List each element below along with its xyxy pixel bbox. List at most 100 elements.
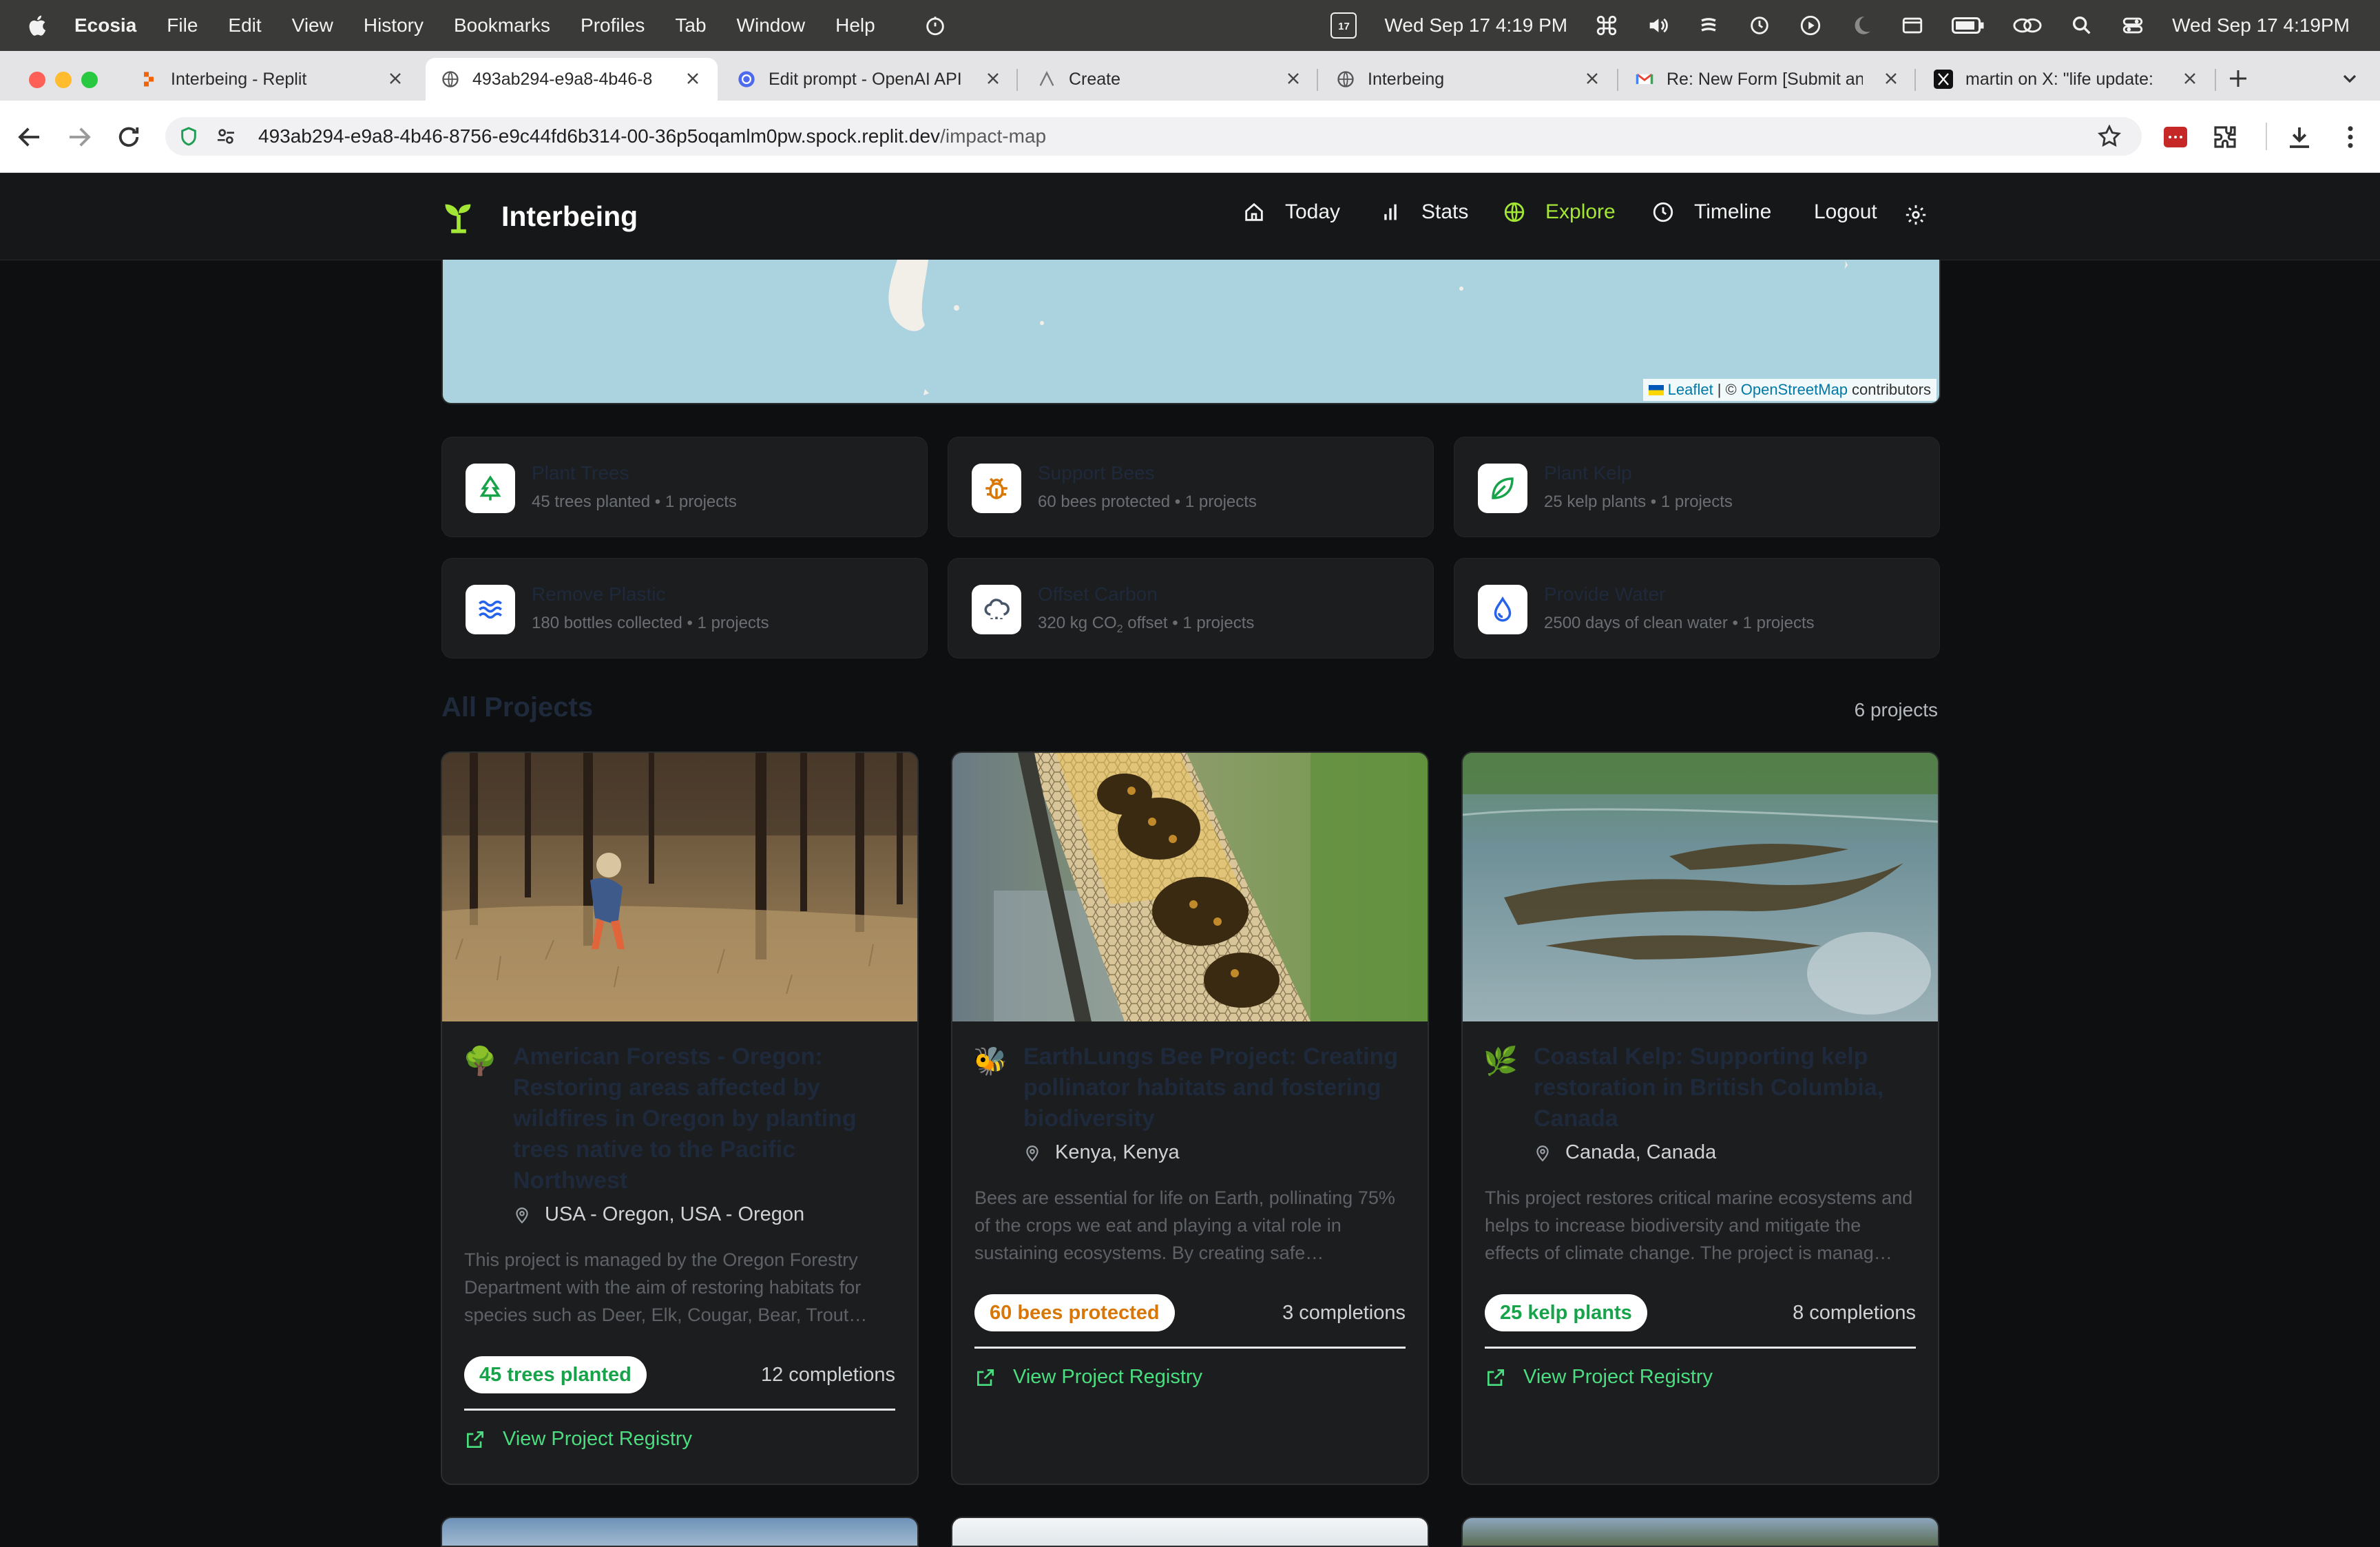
tab-x[interactable]: martin on X: "life update: [1919,58,2215,101]
close-tab-icon[interactable] [1583,69,1602,88]
view-registry-link[interactable]: View Project Registry [974,1366,1202,1389]
more-menu-icon[interactable] [2336,123,2365,152]
impact-title: Plant Kelp [1544,462,1632,484]
tab-create[interactable]: Create [1022,58,1318,101]
nav-stats[interactable]: Stats [1379,200,1468,224]
view-registry-link[interactable]: View Project Registry [1485,1366,1713,1389]
external-link-icon [1488,1369,1504,1386]
project-card-peek[interactable] [951,1517,1429,1547]
leaf-icon [1492,477,1514,499]
project-title[interactable]: EarthLungs Bee Project: Creating pollina… [1023,1041,1409,1134]
calendar-day: 17 [1338,21,1350,32]
shield-icon[interactable] [178,125,200,147]
menu-tab[interactable]: Tab [675,14,706,37]
command-icon[interactable] [1595,14,1618,37]
nav-explore[interactable]: Explore [1503,200,1616,224]
tab-active-app[interactable]: 493ab294-e9a8-4b46-8 [426,58,718,101]
tab-list-chevron-icon[interactable] [2339,68,2361,90]
address-bar[interactable]: 493ab294-e9a8-4b46-8756-e9c44fd6b314-00-… [165,117,2142,156]
volume-icon[interactable] [1646,14,1669,37]
window-minimize-button[interactable] [55,72,72,88]
close-tab-icon[interactable] [2180,69,2200,88]
calendar-icon[interactable]: 17 [1330,12,1357,39]
impact-icon-box [1478,464,1527,513]
tab-gmail[interactable]: Re: New Form [Submit an [1620,58,1916,101]
brand-logo[interactable]: Interbeing [441,197,638,236]
leaflet-link[interactable]: Leaflet [1668,381,1713,399]
impact-card-carbon[interactable]: Offset Carbon 320 kg CO2 offset • 1 proj… [948,558,1434,658]
impact-card-bees[interactable]: Support Bees 60 bees protected • 1 proje… [948,437,1434,537]
stripes-icon[interactable] [1697,14,1720,37]
impact-card-water[interactable]: Provide Water 2500 days of clean water •… [1454,558,1940,658]
macos-menubar: Ecosia File Edit View History Bookmarks … [0,0,2380,51]
impact-card-plastic[interactable]: Remove Plastic 180 bottles collected • 1… [441,558,928,658]
extensions-puzzle-icon[interactable] [2211,123,2240,152]
menu-app-name[interactable]: Ecosia [74,14,136,37]
close-tab-icon[interactable] [1284,69,1303,88]
menu-help[interactable]: Help [835,14,875,37]
nav-timeline[interactable]: Timeline [1651,200,1771,224]
close-tab-icon[interactable] [386,69,405,88]
site-settings-icon[interactable] [215,125,237,147]
menu-edit[interactable]: Edit [228,14,261,37]
nav-today[interactable]: Today [1242,200,1340,224]
window-zoom-button[interactable] [81,72,98,88]
impact-card-kelp[interactable]: Plant Kelp 25 kelp plants • 1 projects [1454,437,1940,537]
moon-icon[interactable] [1850,14,1873,37]
url-text[interactable]: 493ab294-e9a8-4b46-8756-e9c44fd6b314-00-… [258,125,1046,147]
menu-file[interactable]: File [167,14,198,37]
menu-bookmarks[interactable]: Bookmarks [454,14,550,37]
menu-window[interactable]: Window [737,14,806,37]
close-tab-icon[interactable] [1881,69,1901,88]
menu-view[interactable]: View [292,14,333,37]
openstreetmap-link[interactable]: OpenStreetMap [1741,381,1848,399]
nav-label: Today [1285,200,1341,223]
impact-card-trees[interactable]: Plant Trees 45 trees planted • 1 project… [441,437,928,537]
download-icon[interactable] [2285,123,2314,152]
menu-history[interactable]: History [364,14,424,37]
nav-logout[interactable]: Logout [1814,200,1877,224]
project-card-peek[interactable] [441,1517,919,1547]
card-divider [1485,1347,1916,1349]
project-card-bees[interactable]: 🐝 EarthLungs Bee Project: Creating polli… [951,751,1429,1485]
reload-icon[interactable] [114,123,143,152]
bookmark-star-icon[interactable] [2096,123,2122,149]
back-arrow-icon[interactable] [15,123,44,152]
project-title[interactable]: Coastal Kelp: Supporting kelp restoratio… [1534,1041,1919,1134]
search-icon[interactable] [2070,14,2094,37]
menubar-datetime[interactable]: Wed Sep 17 4:19 PM [1384,14,1567,37]
settings-gear-icon[interactable] [1904,203,1928,227]
control-center-icon[interactable] [2121,14,2144,37]
project-card-kelp[interactable]: 🌿 Coastal Kelp: Supporting kelp restorat… [1461,751,1939,1485]
project-card-forests[interactable]: 🌳 American Forests - Oregon: Restoring a… [441,751,919,1485]
forward-arrow-icon[interactable] [65,123,94,152]
project-title[interactable]: American Forests - Oregon: Restoring are… [513,1041,899,1196]
apple-icon[interactable] [26,14,47,37]
battery-icon[interactable] [1952,14,1985,37]
impact-map[interactable]: Leaflet | © OpenStreetMap contributors [441,260,1941,404]
extension-red-icon[interactable] [2164,127,2187,147]
tab-openai[interactable]: Edit prompt - OpenAI API [722,58,1018,101]
close-tab-icon[interactable] [983,69,1003,88]
tab-replit[interactable]: Interbeing - Replit [124,58,420,101]
card-divider [974,1347,1406,1349]
impact-subtitle: 320 kg CO2 offset • 1 projects [1038,614,1254,636]
new-tab-icon[interactable] [2226,66,2251,91]
link-icon[interactable] [2012,14,2043,37]
window-icon[interactable] [1901,14,1924,37]
project-image [952,753,1428,1021]
play-circle-icon[interactable] [1799,14,1822,37]
tab-interbeing[interactable]: Interbeing [1321,58,1617,101]
external-link-icon [977,1369,994,1386]
project-card-peek[interactable] [1461,1517,1939,1547]
timer-icon[interactable] [923,14,947,37]
menu-profiles[interactable]: Profiles [581,14,645,37]
menubar-clock[interactable]: Wed Sep 17 4:19PM [2172,14,2350,37]
history-clock-icon[interactable] [1748,14,1771,37]
project-location: Canada, Canada [1534,1141,1716,1164]
window-close-button[interactable] [29,72,45,88]
view-registry-link[interactable]: View Project Registry [464,1428,692,1451]
x-icon [1934,70,1953,89]
tab-title: 493ab294-e9a8-4b46-8 [472,69,653,89]
close-tab-icon[interactable] [683,69,702,88]
